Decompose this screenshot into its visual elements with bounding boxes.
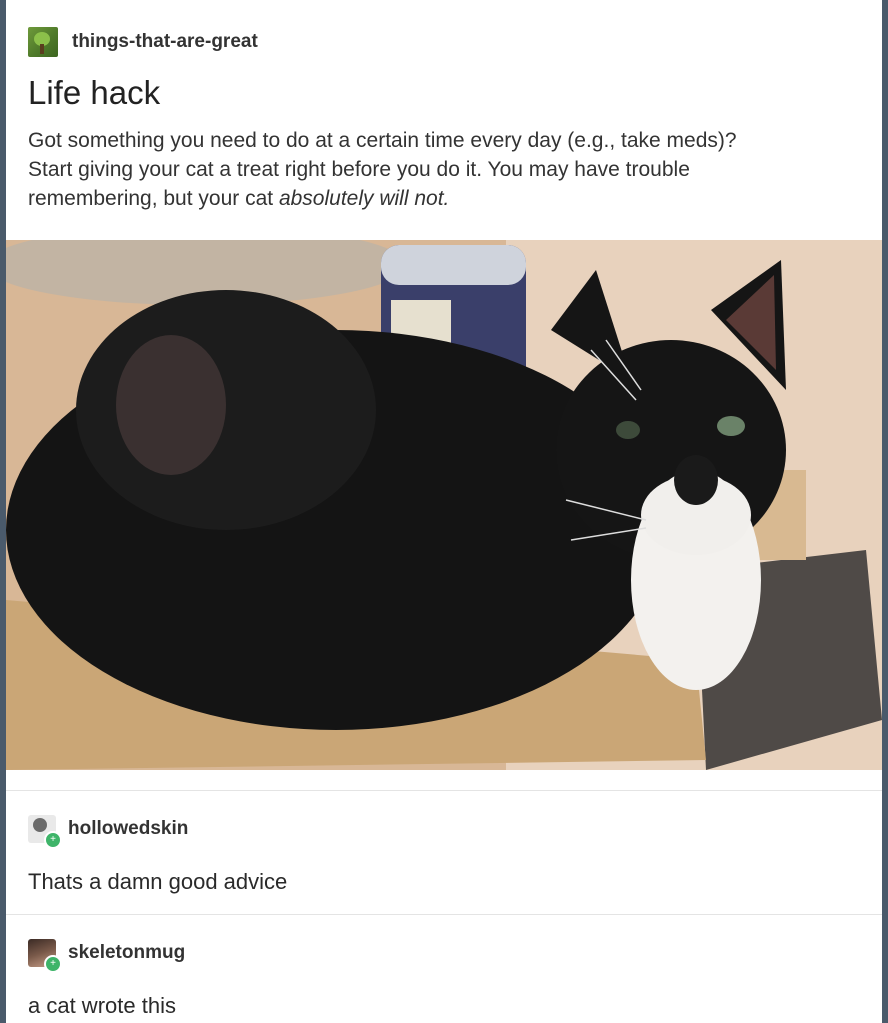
post-body-text: remembering, but your cat (28, 187, 279, 210)
skull-avatar-icon[interactable]: + (28, 815, 62, 849)
reblog-entry: + hollowedskin Thats a damn good advice (6, 790, 882, 915)
post-body-line: Start giving your cat a treat right befo… (28, 158, 690, 181)
reblog-comment: Thats a damn good advice (28, 869, 288, 894)
post-card: things-that-are-great Life hack Got some… (6, 0, 882, 1023)
username-link[interactable]: skeletonmug (68, 942, 185, 964)
post-body-emphasis: absolutely will not. (278, 187, 450, 210)
username-link[interactable]: hollowedskin (68, 818, 188, 840)
blog-name-link[interactable]: things-that-are-great (72, 31, 258, 53)
post-body-line: Got something you need to do at a certai… (28, 129, 737, 152)
portrait-avatar-icon[interactable]: + (28, 939, 62, 973)
post-body-line: remembering, but your cat absolutely wil… (28, 184, 858, 213)
reblog-header: + hollowedskin (28, 815, 188, 849)
tree-avatar-icon[interactable] (28, 27, 58, 57)
follow-plus-icon[interactable]: + (44, 955, 62, 973)
post-title: Life hack (28, 74, 161, 111)
follow-plus-icon[interactable]: + (44, 831, 62, 849)
post-header: things-that-are-great (28, 26, 258, 58)
reblog-header: + skeletonmug (28, 939, 185, 973)
reblog-entry: + skeletonmug a cat wrote this (6, 914, 882, 1023)
reblog-comment: a cat wrote this (28, 993, 176, 1018)
tuxedo-cat-photo[interactable] (6, 240, 882, 770)
cat-illustration (6, 240, 882, 770)
post-body: Got something you need to do at a certai… (28, 126, 858, 213)
